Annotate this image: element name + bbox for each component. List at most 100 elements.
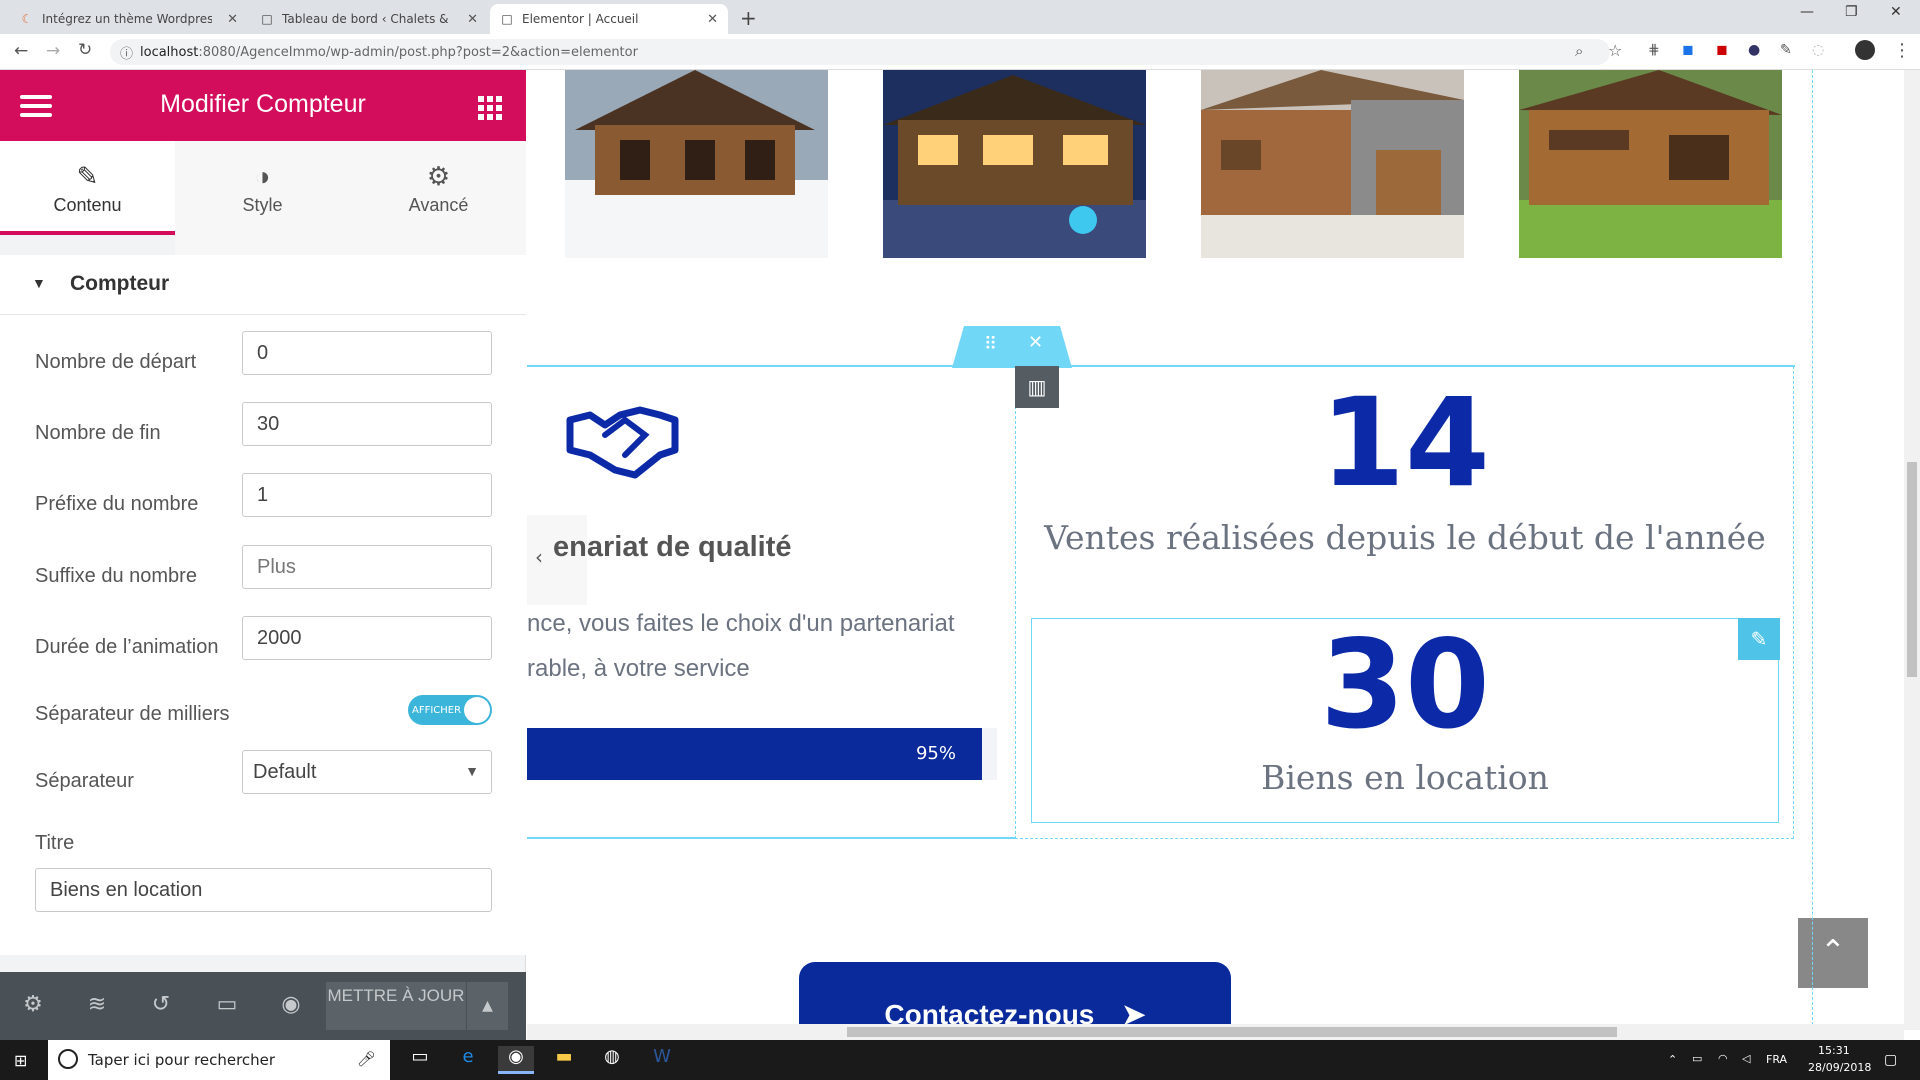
address-bar-row: ← → ↻ ⓘ localhost:8080/AgenceImmo/wp-adm… — [0, 34, 1920, 70]
handshake-icon — [565, 400, 680, 480]
scrollbar-thumb[interactable] — [847, 1027, 1617, 1037]
close-window-icon[interactable]: ✕ — [1890, 4, 1902, 20]
windows-taskbar: ⊞ Taper ici pour rechercher 🎤︎ ▭ e ◉ ▬ ◍… — [0, 1040, 1920, 1080]
title-input[interactable]: Biens en location — [35, 868, 492, 912]
preview-eye-icon[interactable]: ◉ — [276, 992, 306, 1022]
browser-tab-bar: ☾ Intégrez un thème Wordpress pour ✕ □ T… — [0, 0, 1920, 34]
word-icon[interactable]: W — [644, 1046, 680, 1074]
tab-avance[interactable]: ⚙ Avancé — [351, 141, 526, 235]
section-handle[interactable]: ⠿ ✕ — [952, 326, 1072, 368]
extension-icon[interactable]: ◼ — [1682, 42, 1694, 58]
counter-number-1: 14 — [1320, 372, 1490, 514]
partner-text-1: nce, vous faites le choix d'un partenari… — [527, 610, 955, 637]
clock-date[interactable]: 28/09/2018 — [1808, 1061, 1871, 1074]
suffix-input[interactable]: Plus — [242, 545, 492, 589]
wifi-icon[interactable]: ◠ — [1718, 1052, 1728, 1065]
profile-avatar[interactable] — [1855, 40, 1875, 60]
task-view-icon[interactable]: ▭ — [402, 1046, 438, 1074]
separator-select[interactable]: Default ▼ — [242, 750, 492, 794]
field-label: Suffixe du nombre — [35, 565, 197, 587]
reload-icon[interactable]: ↻ — [78, 40, 92, 60]
notification-icon[interactable]: ▢ — [1884, 1052, 1897, 1068]
search-placeholder: Taper ici pour rechercher — [88, 1051, 276, 1069]
start-number-input[interactable]: 0 — [242, 331, 492, 375]
openclassrooms-icon: ☾ — [21, 12, 33, 26]
minimize-icon[interactable]: — — [1800, 4, 1814, 20]
field-label: Séparateur — [35, 770, 134, 792]
drag-handle-icon[interactable]: ⠿ — [984, 334, 997, 355]
url-host: localhost — [140, 44, 199, 60]
eyedropper-icon[interactable]: ✎ — [1780, 42, 1792, 58]
menu-dots-icon[interactable]: ⋮ — [1893, 40, 1911, 61]
pdf-extension-icon[interactable]: ◼ — [1716, 42, 1728, 58]
thousands-separator-toggle[interactable]: AFFICHER — [408, 695, 492, 725]
back-icon[interactable]: ← — [14, 41, 28, 61]
history-icon[interactable]: ↺ — [146, 992, 176, 1022]
file-explorer-icon[interactable]: ▬ — [546, 1046, 582, 1074]
end-number-input[interactable]: 30 — [242, 402, 492, 446]
close-icon[interactable]: ✕ — [1028, 332, 1043, 353]
extension-icon[interactable]: ● — [1748, 42, 1760, 58]
vertical-scrollbar[interactable] — [1904, 70, 1920, 1030]
clock-time[interactable]: 15:31 — [1818, 1044, 1850, 1057]
forward-icon[interactable]: → — [46, 41, 60, 61]
taskbar-search[interactable]: Taper ici pour rechercher 🎤︎ — [48, 1040, 390, 1080]
update-button[interactable]: METTRE À JOUR — [326, 982, 466, 1030]
section-header[interactable]: ▼ Compteur — [0, 255, 526, 315]
microphone-icon: 🎤︎ — [356, 1050, 376, 1068]
field-label: Nombre de fin — [35, 422, 161, 444]
scrollbar-thumb[interactable] — [1907, 462, 1917, 677]
section-compteur: ▼ Compteur Nombre de départ 0 Nombre de … — [0, 255, 526, 955]
close-tab-icon[interactable]: ✕ — [467, 12, 478, 27]
section-title: Compteur — [70, 272, 170, 295]
cortana-icon — [58, 1049, 78, 1069]
caret-up-icon[interactable]: ▲ — [466, 982, 508, 1030]
counter-title-1: Ventes réalisées depuis le début de l'an… — [1044, 518, 1766, 557]
extension-icon[interactable]: ◌ — [1812, 42, 1824, 58]
progress-label: 95% — [915, 743, 956, 764]
browser-tab-2[interactable]: □ Tableau de bord ‹ Chalets & Caviar ✕ — [250, 4, 488, 34]
tab-label: Contenu — [53, 195, 122, 215]
tab-label: Style — [242, 195, 283, 215]
battery-icon[interactable]: ▭ — [1692, 1052, 1702, 1065]
zoom-icon[interactable]: ⌕ — [1575, 42, 1583, 60]
chrome-icon[interactable]: ◉ — [498, 1046, 534, 1074]
tray-chevron-icon[interactable]: ⌃ — [1668, 1053, 1677, 1066]
tab-style[interactable]: ◑ Style — [175, 141, 350, 235]
maximize-icon[interactable]: ❐ — [1845, 4, 1858, 20]
duration-input[interactable]: 2000 — [242, 616, 492, 660]
partner-heading: enariat de qualité — [553, 531, 792, 563]
settings-gear-icon[interactable]: ⚙ — [18, 992, 48, 1022]
windows-start-icon[interactable]: ⊞ — [14, 1051, 27, 1070]
browser-tab-3[interactable]: □ Elementor | Accueil ✕ — [490, 4, 728, 34]
page-preview: ⠿ ✕ ‹ enariat de qualité nce, vous faite… — [527, 70, 1920, 1040]
language-indicator[interactable]: FRA — [1766, 1053, 1787, 1066]
scroll-to-top-button[interactable]: ⌃ — [1798, 918, 1868, 988]
layers-icon[interactable]: ≋ — [82, 992, 112, 1022]
url-path: :8080/AgenceImmo/wp-admin/post.php?post=… — [198, 44, 638, 60]
section-outline — [527, 837, 1015, 839]
volume-icon[interactable]: ◁ — [1742, 1052, 1750, 1065]
chalet-photo — [883, 70, 1146, 258]
chevron-left-icon: ‹ — [535, 545, 543, 569]
close-tab-icon[interactable]: ✕ — [227, 12, 238, 27]
new-tab-icon[interactable]: + — [740, 6, 757, 30]
caret-down-icon: ▼ — [32, 275, 46, 291]
browser-tab-1[interactable]: ☾ Intégrez un thème Wordpress pour ✕ — [10, 4, 248, 34]
app-icon[interactable]: ◍ — [594, 1046, 630, 1074]
chalet-photo — [1519, 70, 1782, 258]
responsive-desktop-icon[interactable]: ▭ — [212, 992, 242, 1022]
edge-icon[interactable]: e — [450, 1046, 486, 1074]
prefix-input[interactable]: 1 — [242, 473, 492, 517]
tab-label: Avancé — [408, 195, 469, 215]
widgets-grid-icon[interactable] — [478, 96, 502, 120]
extension-icon[interactable]: ⋕ — [1648, 42, 1660, 58]
bookmark-star-icon[interactable]: ☆ — [1608, 41, 1622, 60]
tab-contenu[interactable]: ✎ Contenu — [0, 141, 175, 235]
close-tab-icon[interactable]: ✕ — [707, 12, 718, 27]
toggle-knob — [464, 697, 490, 723]
url-field[interactable]: ⓘ localhost:8080/AgenceImmo/wp-admin/pos… — [110, 39, 1610, 65]
horizontal-scrollbar[interactable] — [527, 1024, 1904, 1040]
tab-title: Elementor | Accueil — [522, 12, 639, 26]
toggle-text: AFFICHER — [412, 704, 462, 716]
